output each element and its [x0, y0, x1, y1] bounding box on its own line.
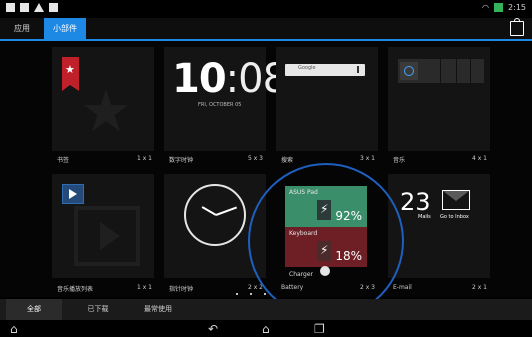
filter-most-used[interactable]: 最常使用	[130, 299, 186, 320]
notification-icons	[6, 3, 58, 12]
store-icon[interactable]	[510, 18, 524, 36]
star-icon: ★	[80, 77, 132, 145]
back-icon[interactable]: ↶	[208, 322, 218, 336]
widget-size: 1 x 1	[137, 155, 152, 162]
warning-icon	[34, 3, 44, 12]
filter-bar: 全部 已下载 最常使用	[0, 299, 532, 320]
wifi-icon: ◠	[482, 3, 490, 12]
hour-hand	[201, 206, 217, 216]
mail-notification-icon	[49, 3, 58, 12]
page-dot	[236, 293, 238, 295]
battery-icon	[494, 3, 504, 12]
widget-music-playlist[interactable]	[52, 174, 154, 278]
clock-time: 10:08	[172, 56, 288, 102]
play-icon	[62, 184, 84, 204]
music-icon	[400, 62, 418, 80]
page-indicator	[236, 293, 266, 295]
mails-label: Mails	[418, 214, 431, 220]
recent-apps-icon[interactable]: ❐	[314, 322, 325, 336]
widget-size: 3 x 1	[360, 155, 375, 162]
mic-icon	[357, 66, 359, 73]
divider	[456, 59, 457, 83]
widget-label: 音乐	[393, 157, 406, 164]
widget-digital-clock[interactable]: 10:08 FRI, OCTOBER 05	[164, 47, 288, 151]
status-time: 2:15	[508, 3, 526, 12]
divider	[470, 59, 471, 83]
tab-widgets[interactable]: 小部件	[44, 18, 86, 39]
home-icon[interactable]: ⌂	[262, 322, 270, 336]
widget-size: 4 x 1	[472, 155, 487, 162]
tab-bar: 应用 小部件	[0, 18, 532, 41]
widget-music[interactable]	[388, 47, 490, 151]
highlight-circle	[248, 163, 404, 319]
divider	[440, 59, 441, 83]
filter-downloaded[interactable]: 已下载	[70, 299, 126, 320]
widget-size: 2 x 1	[472, 284, 487, 291]
clock-date: FRI, OCTOBER 05	[198, 102, 242, 108]
bookmark-icon: ★	[62, 57, 79, 91]
search-text: Google	[298, 65, 316, 71]
widget-size: 5 x 3	[248, 155, 263, 162]
widget-label: 搜索	[281, 157, 294, 164]
widget-label: E-mail	[393, 284, 412, 291]
music-bar	[398, 59, 484, 83]
status-right: ◠ 2:15	[482, 3, 526, 12]
image-icon	[6, 3, 15, 12]
widget-search[interactable]: Google	[276, 47, 378, 151]
page-dot	[264, 293, 266, 295]
play-icon	[74, 206, 140, 266]
widget-email[interactable]: 23 Mails Go to Inbox	[388, 174, 490, 278]
mail-count: 23	[400, 188, 431, 216]
gallery-icon	[20, 3, 29, 12]
filter-all[interactable]: 全部	[6, 299, 62, 320]
hide-keyboard-icon[interactable]: ⌂	[10, 322, 18, 336]
widget-size: 1 x 1	[137, 284, 152, 291]
status-bar: ◠ 2:15	[0, 0, 532, 18]
goto-inbox-label: Go to Inbox	[440, 214, 469, 220]
widget-bookmark[interactable]: ★ ★	[52, 47, 154, 151]
clock-icon	[184, 184, 246, 246]
envelope-icon	[442, 190, 470, 210]
tab-apps[interactable]: 应用	[6, 18, 38, 39]
widget-label: 音乐播放列表	[57, 286, 94, 293]
navigation-bar: ⌂ ↶ ⌂ ❐	[0, 320, 532, 337]
search-bar: Google	[285, 64, 365, 76]
page-dot	[250, 293, 252, 295]
star-icon: ★	[65, 63, 75, 76]
widget-label: 书签	[57, 157, 70, 164]
widget-label: 数字时钟	[169, 157, 194, 164]
widget-label: 指针时钟	[169, 286, 194, 293]
clock-hours: 10	[172, 56, 227, 102]
minute-hand	[215, 206, 238, 216]
